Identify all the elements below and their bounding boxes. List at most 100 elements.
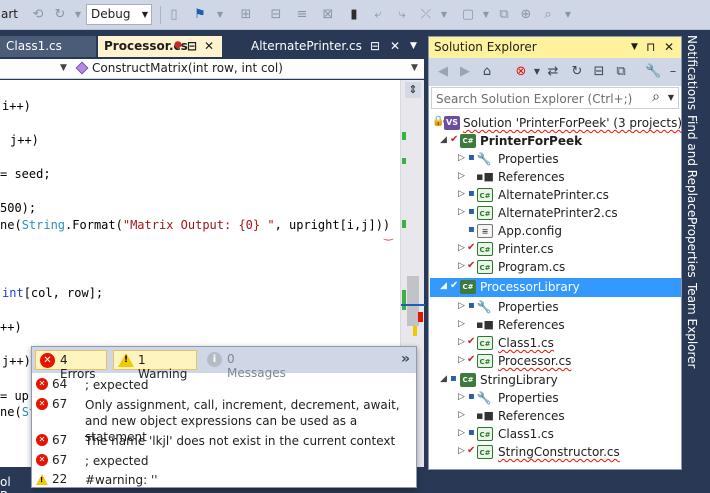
search-icon[interactable]: ⌕ bbox=[540, 7, 556, 23]
chevron-down-icon[interactable]: ▼ bbox=[436, 7, 452, 23]
tree-item-properties[interactable]: ▷ ▪ 🔧 Properties bbox=[430, 150, 681, 168]
search-icon[interactable]: ⌕ bbox=[652, 89, 660, 105]
tab-processor[interactable]: Processor.cs ● ⊟ ✕ bbox=[98, 36, 222, 57]
configuration-dropdown[interactable]: Debug ▼ bbox=[86, 4, 152, 25]
chevron-down-icon[interactable]: ▼ bbox=[631, 42, 638, 52]
collapsed-arrow-icon[interactable]: ▷ bbox=[458, 207, 465, 217]
tree-item-appconfig[interactable]: ▪ ≡ App.config bbox=[430, 222, 681, 240]
tree-item-class1[interactable]: ▷ ▪ C# Class1.cs bbox=[430, 425, 681, 443]
format-icon[interactable]: ⊟ bbox=[268, 7, 284, 23]
tree-item-stringlibrary[interactable]: ◢ ▪ C# StringLibrary bbox=[430, 371, 681, 389]
start-button-label[interactable]: art bbox=[1, 7, 18, 21]
window-layout-icon[interactable]: ⧉ bbox=[496, 7, 512, 23]
chevron-down-icon[interactable]: ▼ bbox=[411, 63, 418, 73]
chevron-down-icon[interactable]: ▼ bbox=[212, 7, 228, 23]
tree-item-printerforpeek[interactable]: ◢ ✔ C# PrinterForPeek bbox=[430, 132, 681, 150]
wrench-icon[interactable]: 🔧 bbox=[645, 64, 661, 80]
collapsed-arrow-icon[interactable]: ▷ bbox=[458, 428, 465, 438]
tree-item-alternateprinter2[interactable]: ▷ ▪ C# AlternatePrinter2.cs bbox=[430, 204, 681, 222]
collapse-all-icon[interactable]: ⊟ bbox=[591, 64, 607, 80]
close-icon[interactable]: ✕ bbox=[204, 39, 214, 53]
chevron-down-icon[interactable]: ▼ bbox=[60, 63, 67, 73]
bookmark-icon[interactable]: ▮ bbox=[346, 7, 362, 23]
split-window-icon[interactable]: ⇕ bbox=[405, 82, 421, 98]
tree-item-references[interactable]: ▷ ▪■ References bbox=[430, 168, 681, 186]
chevron-down-icon[interactable]: ▼ bbox=[70, 7, 86, 23]
warning-row[interactable]: 22 #warning: '' bbox=[32, 472, 416, 489]
clear-bookmarks-icon[interactable]: ⤫ bbox=[418, 7, 434, 23]
tree-item-class1[interactable]: ▷ ✔ C# Class1.cs bbox=[430, 334, 681, 352]
collapsed-arrow-icon[interactable]: ▷ bbox=[458, 153, 465, 163]
collapsed-arrow-icon[interactable]: ▷ bbox=[458, 261, 465, 271]
close-icon[interactable]: ✕ bbox=[664, 40, 674, 54]
tab-properties[interactable]: Properties bbox=[685, 217, 699, 278]
expand-icon[interactable]: » bbox=[401, 351, 410, 367]
collapsed-arrow-icon[interactable]: ▷ bbox=[458, 171, 465, 181]
collapsed-arrow-icon[interactable]: ▷ bbox=[458, 189, 465, 199]
expand-arrow-icon[interactable]: ◢ bbox=[440, 374, 447, 384]
find-icon[interactable]: ⚑ bbox=[192, 7, 208, 23]
chevron-down-icon[interactable]: ▼ bbox=[668, 93, 674, 102]
collapsed-arrow-icon[interactable]: ▷ bbox=[458, 243, 465, 253]
chevron-down-icon[interactable]: ▼ bbox=[529, 64, 545, 80]
align-icon[interactable]: ⊞ bbox=[238, 7, 254, 23]
comment-icon[interactable]: ⊠ bbox=[320, 7, 336, 23]
pin-icon[interactable]: ⊟ bbox=[370, 39, 380, 53]
chevron-down-icon[interactable]: ▼ bbox=[478, 7, 494, 23]
member-dropdown[interactable]: ConstructMatrix(int row, int col) bbox=[92, 61, 283, 75]
collapsed-arrow-icon[interactable]: ▷ bbox=[458, 355, 465, 365]
solution-explorer-search[interactable]: Search Solution Explorer (Ctrl+;) ⌕ ▼ bbox=[431, 87, 679, 109]
collapsed-arrow-icon[interactable]: ▷ bbox=[458, 392, 465, 402]
close-icon[interactable]: ✕ bbox=[390, 39, 400, 53]
tree-item-references[interactable]: ▷ ▪■ References bbox=[430, 316, 681, 334]
tree-item-processor[interactable]: ▷ ✔ C# Processor.cs bbox=[430, 352, 681, 370]
solution-explorer-title-bar[interactable]: Solution Explorer ▼ ⊓ ✕ bbox=[429, 37, 681, 58]
home-icon[interactable]: ⌂ bbox=[479, 64, 495, 80]
error-row[interactable]: ✕ 67 Only assignment, call, increment, d… bbox=[32, 397, 416, 444]
back-icon[interactable]: ◀ bbox=[435, 64, 451, 80]
collapsed-arrow-icon[interactable]: ▷ bbox=[458, 301, 465, 311]
tree-item-alternateprinter[interactable]: ▷ ▪ C# AlternatePrinter.cs bbox=[430, 186, 681, 204]
chevron-down-icon[interactable]: ▼ bbox=[560, 7, 576, 23]
tree-item-references[interactable]: ▷ ▪■ References bbox=[430, 407, 681, 425]
error-filter-icon[interactable]: ⊗ bbox=[513, 64, 529, 80]
pin-icon[interactable]: ⊓ bbox=[646, 40, 655, 54]
collapsed-arrow-icon[interactable]: ▷ bbox=[458, 410, 465, 420]
warnings-filter-button[interactable]: 1 Warning bbox=[113, 350, 197, 381]
prev-bookmark-icon[interactable]: ⤶ bbox=[370, 7, 386, 23]
document-icon[interactable]: ▯ bbox=[166, 7, 182, 23]
expand-arrow-icon[interactable]: ◢ bbox=[440, 135, 447, 145]
tree-item-solution[interactable]: 🔒 ✔ VS Solution 'PrinterForPeek' (3 proj… bbox=[430, 114, 682, 132]
show-all-files-icon[interactable]: ⧉ bbox=[613, 64, 629, 80]
tab-class1[interactable]: Class1.cs bbox=[0, 36, 96, 57]
tab-notifications[interactable]: Notifications bbox=[685, 35, 699, 110]
tree-item-properties[interactable]: ▷ ▪ 🔧 Properties bbox=[430, 389, 681, 407]
forward-icon[interactable]: ▶ bbox=[457, 64, 473, 80]
collapsed-arrow-icon[interactable]: ▷ bbox=[458, 319, 465, 329]
collapsed-arrow-icon[interactable]: ▷ bbox=[458, 446, 465, 456]
next-bookmark-icon[interactable]: ⤷ bbox=[394, 7, 410, 23]
error-row[interactable]: ✕ 64 ; expected bbox=[32, 377, 416, 395]
tree-item-stringconstructor[interactable]: ▷ ✔ C# StringConstructor.cs bbox=[430, 443, 681, 461]
refresh-icon[interactable]: ↻ bbox=[52, 7, 68, 23]
pin-icon[interactable]: ⊟ bbox=[187, 39, 197, 53]
tree-item-processorlibrary[interactable]: ◢ ✔ C# ProcessorLibrary bbox=[430, 278, 681, 297]
tree-item-properties[interactable]: ▷ ▪ 🔧 Properties bbox=[430, 298, 681, 316]
messages-filter-button[interactable]: i 0 Messages bbox=[203, 350, 299, 380]
tab-find-and-replace[interactable]: Find and Replace bbox=[685, 115, 699, 217]
tree-item-program[interactable]: ▷ ✔ C# Program.cs bbox=[430, 258, 681, 276]
more-icon[interactable]: – bbox=[665, 64, 681, 80]
indent-icon[interactable]: ≡ bbox=[294, 7, 310, 23]
collapsed-arrow-icon[interactable]: ▷ bbox=[458, 337, 465, 347]
new-item-icon[interactable]: ▢ bbox=[460, 7, 476, 23]
back-icon[interactable]: ⟲ bbox=[30, 7, 46, 23]
attach-icon[interactable]: ⊕ bbox=[518, 7, 534, 23]
expand-arrow-icon[interactable]: ◢ bbox=[440, 281, 447, 291]
errors-filter-button[interactable]: ✕ 4 Errors bbox=[35, 350, 107, 381]
error-row[interactable]: ✕ 67 ; expected bbox=[32, 453, 416, 471]
refresh-icon[interactable]: ↻ bbox=[569, 64, 585, 80]
error-row[interactable]: ✕ 67 The name 'lkjl' does not exist in t… bbox=[32, 433, 416, 451]
tab-team-explorer[interactable]: Team Explorer bbox=[685, 283, 699, 369]
sync-icon[interactable]: ⇄ bbox=[545, 64, 561, 80]
tab-alternate-printer[interactable]: AlternatePrinter.cs ⊟ ✕ ▼ bbox=[244, 36, 424, 57]
